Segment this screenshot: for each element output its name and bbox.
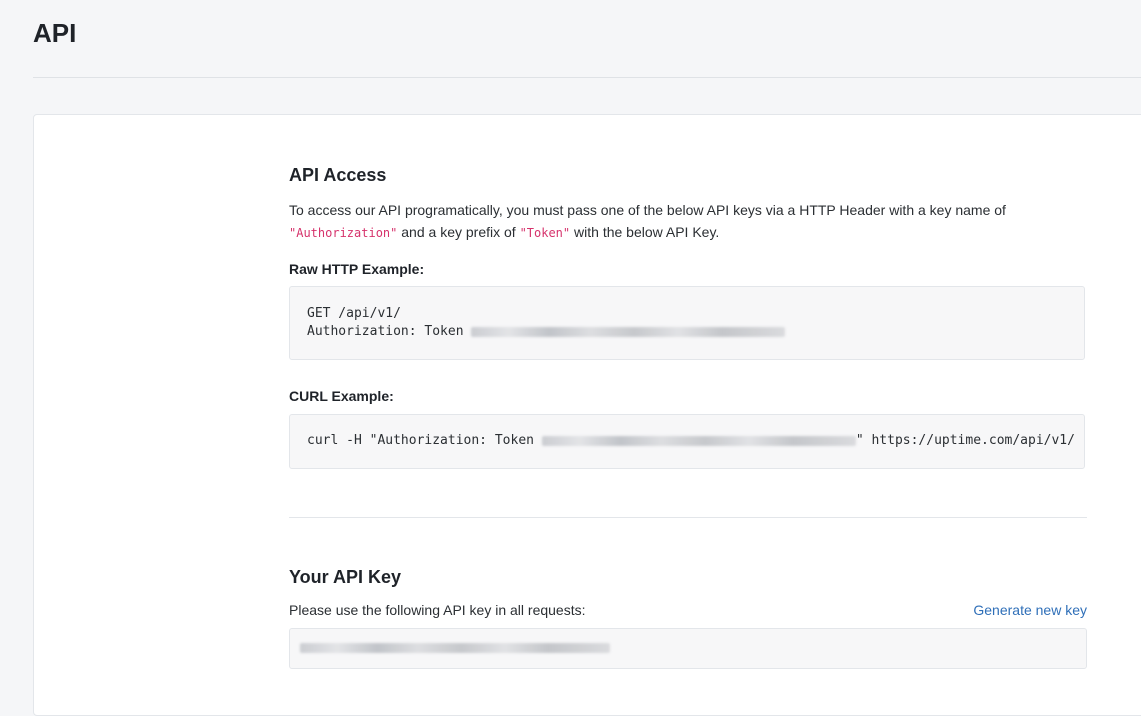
desc-text-2: and a key prefix of xyxy=(397,224,520,240)
api-access-description: To access our API programatically, you m… xyxy=(289,199,1087,244)
redacted-token xyxy=(541,435,856,446)
api-key-field[interactable] xyxy=(289,628,1087,669)
curl-line: curl -H "Authorization: Token " https://… xyxy=(307,432,1075,450)
prefix-code: "Token" xyxy=(519,226,571,240)
page-title: API xyxy=(33,18,77,48)
api-card: API Access To access our API programatic… xyxy=(33,114,1141,716)
raw-http-line-1: GET /api/v1/ xyxy=(307,306,401,321)
curl-code-block: curl -H "Authorization: Token " https://… xyxy=(289,414,1085,469)
raw-http-code-block: GET /api/v1/ Authorization: Token xyxy=(289,286,1085,360)
raw-http-auth-prefix: Authorization: Token xyxy=(307,324,472,339)
your-api-key-title: Your API Key xyxy=(289,567,402,587)
header-name-code: "Authorization" xyxy=(289,226,398,240)
generate-new-key-link[interactable]: Generate new key xyxy=(973,602,1087,618)
curl-label: CURL Example: xyxy=(289,388,394,404)
api-key-prompt: Please use the following API key in all … xyxy=(289,602,586,618)
redacted-token xyxy=(471,326,786,337)
curl-suffix: " https://uptime.com/api/v1/ xyxy=(855,433,1075,448)
raw-http-label: Raw HTTP Example: xyxy=(289,261,425,277)
curl-prefix: curl -H "Authorization: Token xyxy=(307,433,542,448)
redacted-api-key xyxy=(300,643,610,653)
page-header: API xyxy=(33,0,1141,78)
desc-text-1: To access our API programatically, you m… xyxy=(289,202,1006,218)
raw-http-line-2: Authorization: Token xyxy=(307,323,1067,341)
desc-text-3: with the below API Key. xyxy=(570,224,720,240)
api-access-title: API Access xyxy=(289,165,387,185)
section-divider xyxy=(289,517,1087,518)
